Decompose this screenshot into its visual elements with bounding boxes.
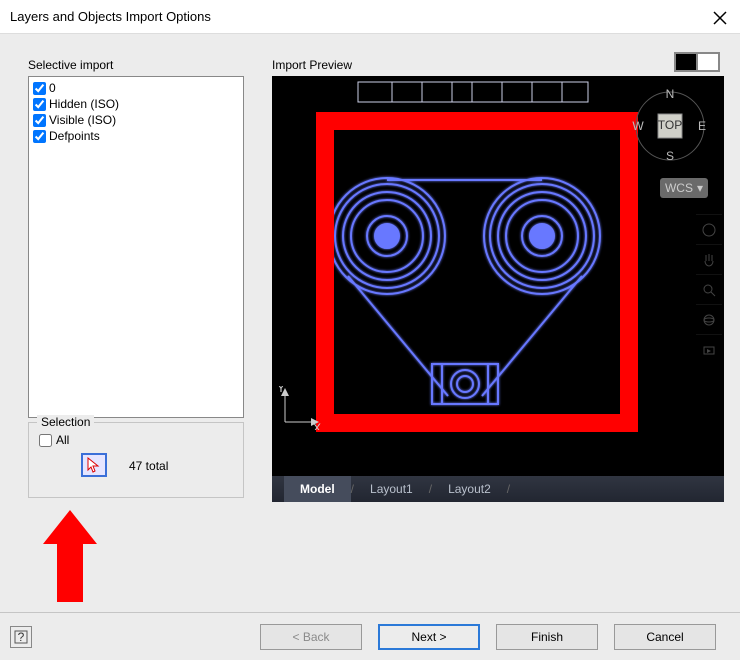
layer-checkbox-0[interactable]: [33, 82, 46, 95]
tab-model[interactable]: Model: [284, 476, 351, 502]
layer-checkbox-hidden[interactable]: [33, 98, 46, 111]
selection-total: 47 total: [129, 459, 168, 473]
cancel-button[interactable]: Cancel: [614, 624, 716, 650]
svg-text:N: N: [666, 88, 675, 101]
window-title: Layers and Objects Import Options: [10, 9, 211, 24]
help-icon: ?: [14, 630, 28, 644]
layer-row: 0: [33, 80, 239, 96]
svg-text:E: E: [698, 119, 706, 133]
tab-layout1[interactable]: Layout1: [354, 476, 429, 502]
svg-text:S: S: [666, 149, 674, 163]
selection-group: Selection All 47 total: [28, 422, 244, 498]
view-cube[interactable]: N E S W TOP: [632, 88, 708, 164]
select-all-checkbox[interactable]: [39, 434, 52, 447]
svg-text:X: X: [313, 421, 321, 430]
help-button[interactable]: ?: [10, 626, 32, 648]
back-button[interactable]: < Back: [260, 624, 362, 650]
tool-orbit[interactable]: [696, 304, 722, 334]
layer-row: Visible (ISO): [33, 112, 239, 128]
swatch-white[interactable]: [697, 53, 719, 71]
layer-row: Defpoints: [33, 128, 239, 144]
swatch-black[interactable]: [675, 53, 697, 71]
finish-button[interactable]: Finish: [496, 624, 598, 650]
tool-pan[interactable]: [696, 244, 722, 274]
background-color-toggle[interactable]: [674, 52, 720, 72]
layer-name: Visible (ISO): [49, 113, 116, 127]
viewport-toolbar: [696, 214, 722, 364]
pick-objects-button[interactable]: [81, 453, 107, 477]
red-annotation-frame: [316, 112, 638, 432]
selective-import-label: Selective import: [28, 58, 250, 72]
tab-layout2[interactable]: Layout2: [432, 476, 507, 502]
next-button[interactable]: Next >: [378, 624, 480, 650]
layer-name: Hidden (ISO): [49, 97, 119, 111]
layer-list[interactable]: 0 Hidden (ISO) Visible (ISO) Defpoints: [28, 76, 244, 418]
layer-checkbox-visible[interactable]: [33, 114, 46, 127]
layer-name: Defpoints: [49, 129, 100, 143]
svg-text:Y: Y: [277, 386, 285, 395]
axis-marker: Y X: [277, 386, 321, 430]
layer-checkbox-defpoints[interactable]: [33, 130, 46, 143]
close-icon: [713, 11, 727, 25]
preview-label: Import Preview: [272, 58, 724, 72]
select-all-label: All: [56, 433, 69, 447]
svg-text:TOP: TOP: [658, 118, 682, 132]
selection-label: Selection: [37, 415, 94, 429]
red-annotation-arrow: [43, 510, 97, 602]
layer-row: Hidden (ISO): [33, 96, 239, 112]
tool-fullnav[interactable]: [696, 214, 722, 244]
svg-text:?: ?: [18, 630, 25, 644]
close-button[interactable]: [708, 6, 732, 30]
tool-zoom[interactable]: [696, 274, 722, 304]
tool-showmotion[interactable]: [696, 334, 722, 364]
cursor-icon: [87, 457, 101, 473]
preview-viewport[interactable]: N E S W TOP WCS▾: [272, 76, 724, 476]
layout-tabs: Model/ Layout1/ Layout2/: [272, 476, 724, 502]
svg-text:W: W: [632, 119, 644, 133]
wcs-badge[interactable]: WCS▾: [660, 178, 708, 198]
layer-name: 0: [49, 81, 56, 95]
